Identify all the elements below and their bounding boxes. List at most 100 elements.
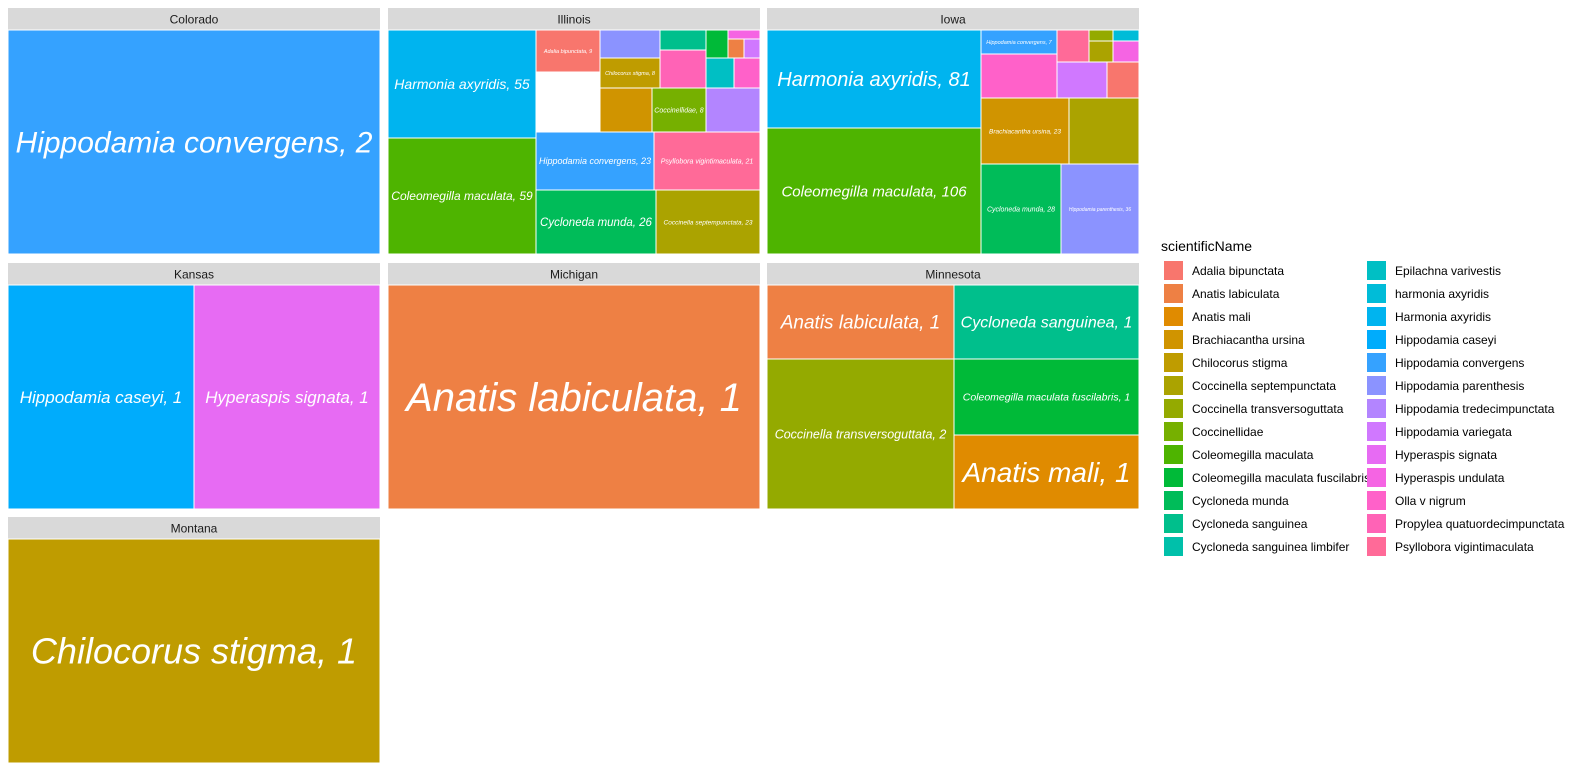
tile-label: Coleomegilla maculata, 59 — [391, 189, 533, 203]
tile-label: Coccinella transversoguttata, 2 — [775, 427, 947, 441]
treemap-tile — [1106, 61, 1140, 99]
facet-panel-illinois: Illinois Harmonia axyridis, 55 Coleomegill… — [387, 8, 761, 255]
tile-label: Hippodamia convergens, 2 — [16, 127, 373, 160]
tile-label: Hippodamia convergens, 7 — [986, 40, 1052, 46]
tile-label: Hippodamia convergens, 23 — [539, 156, 651, 166]
treemap-tile — [659, 29, 707, 51]
legend: scientificName Adalia bipunctata Anatis la… — [1161, 238, 1565, 556]
tile-label: Hippodamia caseyi, 1 — [20, 388, 183, 407]
facet-strip-label: Montana — [171, 522, 218, 536]
legend-key — [1164, 284, 1183, 303]
legend-label: Coleomegilla maculata fuscilabris — [1192, 471, 1370, 485]
treemap-tile — [1056, 61, 1108, 99]
legend-label: Hippodamia parenthesis — [1395, 379, 1524, 393]
treemap-tile — [1068, 97, 1140, 165]
treemap-tile — [1112, 40, 1140, 63]
legend-key — [1367, 445, 1386, 464]
tile-label: Anatis mali, 1 — [960, 457, 1130, 488]
treemap-tile — [1088, 40, 1114, 63]
legend-label: harmonia axyridis — [1395, 287, 1489, 301]
facet-panel-colorado: Colorado Hippodamia convergens, 2 — [7, 8, 381, 255]
facet-strip-label: Minnesota — [925, 268, 981, 282]
treemap-tile — [733, 57, 761, 89]
treemap-tile — [705, 29, 729, 59]
tile-label: Psyllobora vigintimaculata, 21 — [661, 158, 754, 165]
legend-label: Coleomegilla maculata — [1192, 448, 1314, 462]
treemap-tile — [1088, 29, 1114, 42]
tile-label: Cycloneda sanguinea, 1 — [961, 315, 1133, 332]
legend-key — [1367, 330, 1386, 349]
facet-panel-montana: Montana Chilocorus stigma, 1 — [7, 517, 381, 764]
legend-label: Cycloneda sanguinea limbifer — [1192, 540, 1349, 554]
tile-label: Coleomegilla maculata fuscilabris, 1 — [963, 392, 1131, 404]
legend-key — [1367, 399, 1386, 418]
legend-label: Olla v nigrum — [1395, 494, 1466, 508]
facet-strip-label: Colorado — [170, 13, 219, 27]
legend-key — [1164, 491, 1183, 510]
facet-strip-label: Kansas — [174, 268, 214, 282]
treemap-tile — [980, 53, 1058, 99]
legend-label: Chilocorus stigma — [1192, 356, 1288, 370]
legend-key — [1367, 514, 1386, 533]
facet-panel-minnesota: Minnesota Anatis labiculata, 1 Cycloneda s… — [766, 263, 1140, 510]
legend-key — [1367, 353, 1386, 372]
legend-label: Cycloneda munda — [1192, 494, 1289, 508]
treemap-tile — [743, 38, 761, 59]
facet-strip-label: Iowa — [940, 13, 966, 27]
legend-key — [1367, 284, 1386, 303]
legend-label: Coccinella septempunctata — [1192, 379, 1336, 393]
tile-label: Harmonia axyridis, 81 — [777, 69, 970, 91]
legend-key — [1367, 307, 1386, 326]
legend-key — [1164, 468, 1183, 487]
tile-label: Hyperaspis signata, 1 — [205, 388, 368, 407]
facet-strip-label: Illinois — [557, 13, 590, 27]
legend-label: Coccinella transversoguttata — [1192, 402, 1344, 416]
legend-label: Hyperaspis signata — [1395, 448, 1497, 462]
tile-label: Cycloneda munda, 28 — [987, 206, 1055, 213]
treemap-tile — [1056, 29, 1090, 63]
legend-label: Anatis labiculata — [1192, 287, 1280, 301]
tile-label: Brachiacantha ursina, 23 — [989, 128, 1061, 135]
tile-label: Hippodamia parenthesis, 36 — [1069, 207, 1131, 213]
tile-label: Chilocorus stigma, 1 — [31, 631, 357, 672]
facet-strip-label: Michigan — [550, 268, 598, 282]
treemap-tile — [1112, 29, 1140, 42]
legend-key — [1367, 261, 1386, 280]
legend-label: Propylea quatuordecimpunctata — [1395, 517, 1565, 531]
treemap-chart: Colorado Hippodamia convergens, 2 Illinois… — [7, 8, 1565, 764]
legend-label: Hippodamia convergens — [1395, 356, 1524, 370]
legend-key — [1164, 422, 1183, 441]
legend-key — [1164, 445, 1183, 464]
legend-key — [1164, 399, 1183, 418]
legend-label: Brachiacantha ursina — [1192, 333, 1305, 347]
legend-key — [1367, 468, 1386, 487]
legend-key — [1164, 261, 1183, 280]
tile-label: Cycloneda munda, 26 — [540, 217, 652, 229]
legend-key — [1164, 537, 1183, 556]
legend-label: Hyperaspis undulata — [1395, 471, 1505, 485]
legend-key — [1164, 376, 1183, 395]
treemap-tile — [599, 29, 661, 59]
tile-label: Adalia bipunctata, 9 — [543, 49, 592, 55]
legend-label: Harmonia axyridis — [1395, 310, 1491, 324]
tile-label: Coccinella septempunctata, 23 — [664, 219, 753, 226]
legend-key — [1164, 353, 1183, 372]
legend-label: Adalia bipunctata — [1192, 264, 1284, 278]
legend-key — [1367, 491, 1386, 510]
legend-label: Hippodamia tredecimpunctata — [1395, 402, 1555, 416]
legend-label: Psyllobora vigintimaculata — [1395, 540, 1534, 554]
treemap-tile — [705, 87, 761, 133]
tile-label: Coleomegilla maculata, 106 — [781, 183, 967, 200]
legend-label: Anatis mali — [1192, 310, 1251, 324]
treemap-tile — [727, 29, 761, 40]
legend-title: scientificName — [1161, 238, 1252, 254]
treemap-tile — [659, 49, 707, 89]
treemap-tile — [705, 57, 735, 89]
tile-label: Harmonia axyridis, 55 — [394, 76, 530, 92]
tile-label: Chilocorus stigma, 8 — [605, 71, 656, 77]
tile-label: Anatis labiculata, 1 — [780, 313, 941, 334]
legend-label: Hippodamia variegata — [1395, 425, 1512, 439]
legend-label: Epilachna varivestis — [1395, 264, 1501, 278]
facet-panel-iowa: Iowa Harmonia axyridis, 81 Coleomegilla ma… — [766, 8, 1140, 255]
legend-label: Coccinellidae — [1192, 425, 1264, 439]
